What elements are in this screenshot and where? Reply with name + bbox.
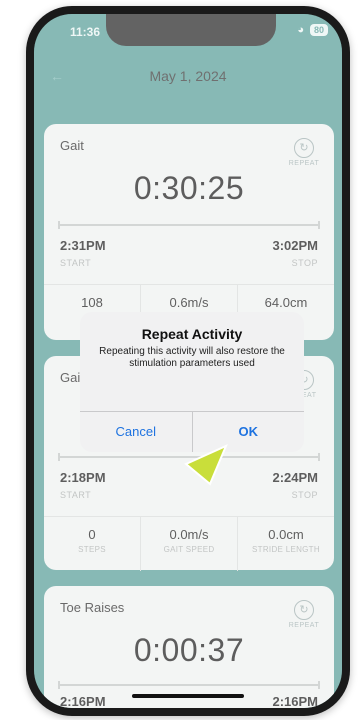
dialog-title: Repeat Activity bbox=[141, 326, 243, 342]
cancel-button[interactable]: Cancel bbox=[80, 412, 192, 452]
repeat-activity-dialog: Repeat Activity Repeating this activity … bbox=[80, 312, 304, 452]
dialog-message: Repeating this activity will also restor… bbox=[99, 346, 285, 369]
phone-frame: 11:36 ◕ 80 ← May 1, 2024 Gait ↻ REPEAT 0… bbox=[26, 6, 350, 716]
home-indicator bbox=[132, 694, 244, 698]
app-screen: 11:36 ◕ 80 ← May 1, 2024 Gait ↻ REPEAT 0… bbox=[34, 14, 342, 708]
pointer-arrow-icon bbox=[184, 444, 228, 486]
